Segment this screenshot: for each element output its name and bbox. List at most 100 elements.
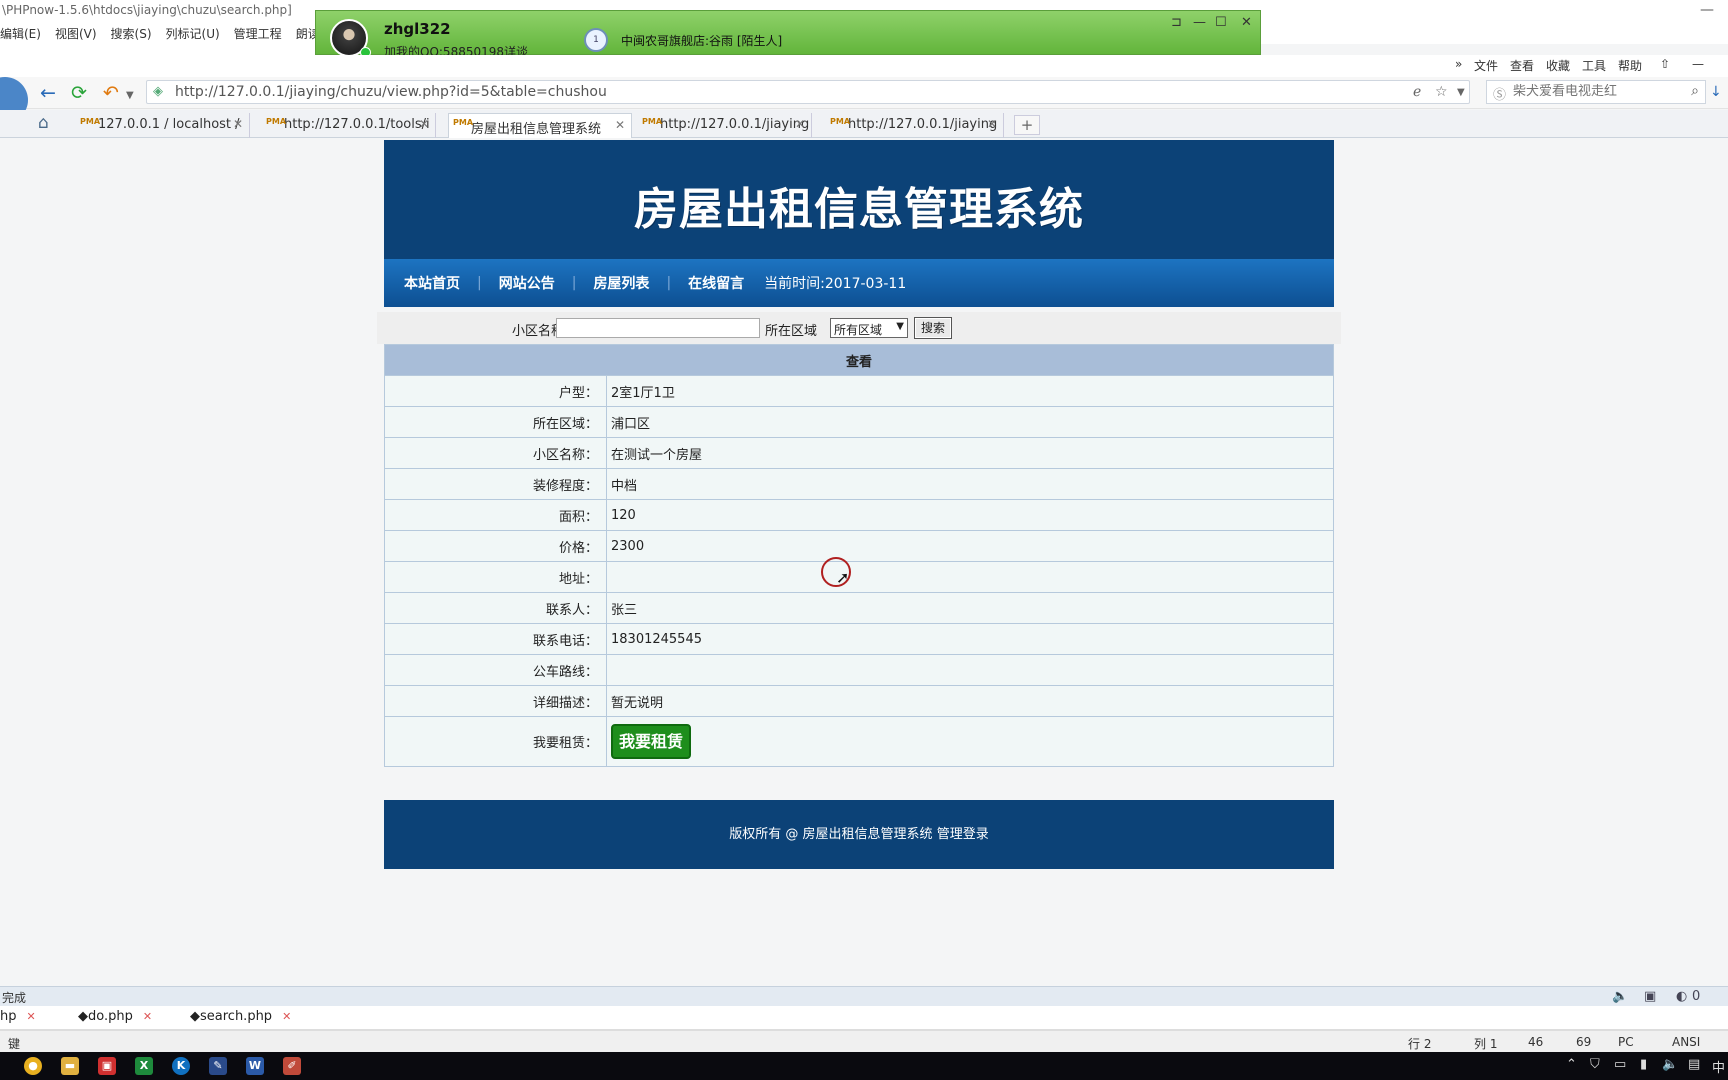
back-icon[interactable]: ← bbox=[40, 82, 56, 104]
search-input[interactable] bbox=[1513, 84, 1673, 99]
undo-icon[interactable]: ↶ bbox=[103, 82, 119, 104]
notification-icon[interactable]: ▤ bbox=[1688, 1057, 1700, 1072]
network-icon[interactable]: ▭ bbox=[1614, 1057, 1626, 1072]
url-text[interactable]: http://127.0.0.1/jiaying/chuzu/view.php?… bbox=[175, 84, 607, 100]
field-label: 我要租赁： bbox=[384, 716, 607, 767]
nav-home[interactable]: 本站首页 bbox=[404, 273, 460, 293]
home-icon[interactable]: ⌂ bbox=[38, 113, 49, 133]
menu-view[interactable]: 查看 bbox=[1510, 57, 1534, 74]
url-bar[interactable]: ◈ http://127.0.0.1/jiaying/chuzu/view.ph… bbox=[146, 80, 1470, 104]
minimize-icon[interactable]: — bbox=[1692, 57, 1704, 71]
windows-taskbar: ● ▬ ▣ X K ✎ W ✐ ⌃ ⛉ ▭ ▮ 🔈 ▤ 中 bbox=[0, 1052, 1728, 1080]
shield-icon[interactable]: ⛉ bbox=[1590, 1057, 1600, 1072]
close-icon[interactable]: ✕ bbox=[987, 117, 997, 131]
close-icon[interactable]: ✕ bbox=[1241, 15, 1252, 30]
file-tab[interactable]: hp ✕ bbox=[0, 1009, 36, 1024]
field-value: 张三 bbox=[606, 592, 1334, 624]
search-icon[interactable]: ⌕ bbox=[1691, 83, 1699, 99]
volume-icon[interactable]: 🔈 bbox=[1612, 989, 1628, 1004]
close-icon[interactable]: ✕ bbox=[419, 117, 429, 131]
close-icon[interactable]: ✕ bbox=[795, 117, 805, 131]
field-value: 120 bbox=[606, 499, 1334, 531]
volume-icon[interactable]: 🔈 bbox=[1662, 1057, 1678, 1072]
star-icon[interactable]: ☆ bbox=[1435, 84, 1448, 100]
editor-menu-item[interactable]: 编辑(E) bbox=[0, 25, 41, 44]
close-icon[interactable]: ✕ bbox=[233, 117, 243, 131]
battery-icon[interactable]: ▮ bbox=[1640, 1057, 1647, 1072]
chrome-icon[interactable]: ● bbox=[24, 1057, 42, 1075]
menu-help[interactable]: 帮助 bbox=[1618, 57, 1642, 74]
adblock-icon[interactable]: ◐ bbox=[1676, 989, 1687, 1004]
chevron-up-icon[interactable]: ⌃ bbox=[1566, 1057, 1577, 1072]
app-red-icon[interactable]: ▣ bbox=[98, 1057, 116, 1075]
pma-icon: PMA bbox=[266, 117, 287, 126]
adblock-count: 0 bbox=[1692, 989, 1701, 1004]
editor-menu-item[interactable]: 列标记(U) bbox=[166, 25, 220, 44]
table-row: 户型： 2室1厅1卫 bbox=[384, 375, 1334, 407]
new-tab-button[interactable]: + bbox=[1014, 115, 1040, 135]
refresh-icon[interactable]: ⟳ bbox=[71, 82, 87, 104]
app-pen-icon[interactable]: ✎ bbox=[209, 1057, 227, 1075]
community-input[interactable] bbox=[556, 318, 760, 338]
field-value bbox=[606, 561, 1334, 593]
close-icon[interactable]: ✕ bbox=[27, 1010, 36, 1023]
table-row: 详细描述： 暂无说明 bbox=[384, 685, 1334, 717]
excel-icon[interactable]: X bbox=[135, 1057, 153, 1075]
app-k-icon[interactable]: K bbox=[172, 1057, 190, 1075]
nav-separator: | bbox=[666, 275, 672, 291]
table-row: 所在区域： 浦口区 bbox=[384, 406, 1334, 438]
col-indicator: 列 1 bbox=[1474, 1037, 1498, 1051]
table-row: 地址： bbox=[384, 561, 1334, 593]
ie-mode-icon[interactable]: ℯ bbox=[1413, 84, 1421, 100]
house-detail-table: 查看 户型： 2室1厅1卫 所在区域： 浦口区 小区名称： 在测试一个房屋 装修程度：… bbox=[384, 344, 1334, 767]
briefcase-icon[interactable]: ▣ bbox=[1644, 989, 1656, 1004]
rent-button[interactable]: 我要租赁 bbox=[611, 724, 691, 759]
menu-more[interactable]: » bbox=[1455, 57, 1462, 71]
skin-icon[interactable]: ⇧ bbox=[1660, 57, 1670, 71]
app-editor-icon[interactable]: ✐ bbox=[283, 1057, 301, 1075]
nav-house-list[interactable]: 房屋列表 bbox=[593, 273, 649, 293]
editor-menu-item[interactable]: 搜索(S) bbox=[111, 25, 152, 44]
input-language[interactable]: 中 bbox=[1712, 1057, 1725, 1076]
area-select[interactable]: 所有区域 ▼ bbox=[830, 318, 908, 338]
tab-jiaying-1[interactable]: PMA http://127.0.0.1/jiaying ✕ bbox=[638, 113, 812, 138]
close-icon[interactable]: ✕ bbox=[282, 1010, 291, 1023]
qq-notification[interactable]: zhgl322 加我的QQ:58850198详谈 1 中闽农哥旗舰店:谷雨 [陌… bbox=[315, 10, 1261, 59]
table-row: 联系人： 张三 bbox=[384, 592, 1334, 624]
menu-favorites[interactable]: 收藏 bbox=[1546, 57, 1570, 74]
pma-icon: PMA bbox=[642, 117, 663, 126]
nav-notice[interactable]: 网站公告 bbox=[499, 273, 555, 293]
chevron-down-icon[interactable]: ▼ bbox=[126, 90, 134, 101]
search-button[interactable]: 搜索 bbox=[914, 317, 952, 339]
nav-message[interactable]: 在线留言 bbox=[688, 273, 744, 293]
site-title: 房屋出租信息管理系统 bbox=[634, 184, 1084, 235]
tab-tools[interactable]: PMA http://127.0.0.1/tools/i ✕ bbox=[262, 113, 436, 138]
menu-tools[interactable]: 工具 bbox=[1582, 57, 1606, 74]
close-icon[interactable]: ✕ bbox=[615, 118, 625, 132]
search-engine-icon: Ⓢ bbox=[1493, 88, 1507, 103]
menu-file[interactable]: 文件 bbox=[1474, 57, 1498, 74]
window-minimize-icon[interactable]: — bbox=[1700, 2, 1714, 18]
table-row: 价格： 2300 bbox=[384, 530, 1334, 562]
tab-phpmyadmin[interactable]: PMA 127.0.0.1 / localhost / ✕ bbox=[76, 113, 250, 138]
tab-rental-system[interactable]: PMA 房屋出租信息管理系统 ✕ bbox=[448, 113, 632, 138]
word-icon[interactable]: W bbox=[246, 1057, 264, 1075]
chevron-down-icon[interactable]: ▼ bbox=[1457, 87, 1465, 98]
pin-icon[interactable]: ⊐ bbox=[1171, 15, 1182, 30]
tab-jiaying-2[interactable]: PMA http://127.0.0.1/jiaying ✕ bbox=[826, 113, 1004, 138]
browser-status-bar: 完成 🔈 ▣ ◐ 0 bbox=[0, 986, 1728, 1006]
file-tab[interactable]: ◆search.php ✕ bbox=[190, 1009, 291, 1024]
editor-menu-item[interactable]: 视图(V) bbox=[55, 25, 97, 44]
download-icon[interactable]: ↓ bbox=[1710, 84, 1722, 100]
editor-menu-item[interactable]: 管理工程 bbox=[234, 25, 282, 44]
maximize-icon[interactable]: ☐ bbox=[1215, 15, 1227, 30]
folder-icon[interactable]: ▬ bbox=[61, 1057, 79, 1075]
minimize-icon[interactable]: — bbox=[1193, 15, 1206, 30]
close-icon[interactable]: ✕ bbox=[143, 1010, 152, 1023]
qq-message[interactable]: 中闽农哥旗舰店:谷雨 [陌生人] bbox=[621, 32, 782, 49]
chevron-down-icon: ▼ bbox=[896, 321, 904, 332]
field-value: 2室1厅1卫 bbox=[606, 375, 1334, 407]
nav-separator: | bbox=[477, 275, 482, 291]
file-tab[interactable]: ◆do.php ✕ bbox=[78, 1009, 152, 1024]
web-search-box[interactable]: Ⓢ ⌕ bbox=[1486, 80, 1706, 104]
